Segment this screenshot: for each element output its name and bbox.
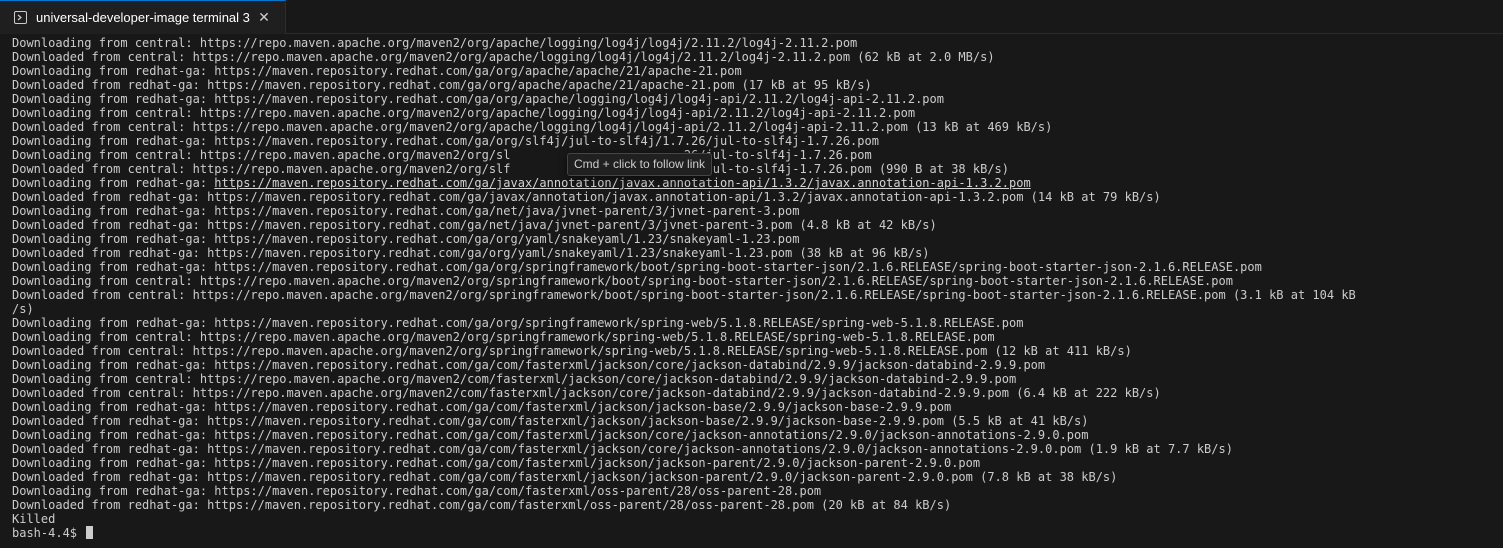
link-tooltip: Cmd + click to follow link bbox=[567, 153, 713, 176]
terminal-line: Downloaded from central: https://repo.ma… bbox=[12, 386, 1161, 400]
terminal-cursor bbox=[86, 526, 94, 539]
terminal-line: Downloaded from redhat-ga: https://maven… bbox=[12, 190, 1161, 204]
tab-title: universal-developer-image terminal 3 bbox=[36, 10, 250, 25]
terminal-line: Downloading from central: https://repo.m… bbox=[12, 330, 995, 344]
terminal-line: Downloading from redhat-ga: https://mave… bbox=[12, 400, 952, 414]
terminal-line: Downloading from redhat-ga: https://mave… bbox=[12, 232, 800, 246]
terminal-line: Downloading from redhat-ga: https://mave… bbox=[12, 428, 1089, 442]
terminal-line: Downloading from central: https://repo.m… bbox=[12, 106, 916, 120]
terminal-line: Downloading from central: https://repo.m… bbox=[12, 36, 858, 50]
terminal-line: Downloading from central: https://repo.m… bbox=[12, 372, 1017, 386]
terminal-line-prefix: Downloading from redhat-ga: bbox=[12, 176, 215, 190]
terminal-line: Downloading from redhat-ga: https://mave… bbox=[12, 456, 981, 470]
terminal-line: Downloaded from central: https://repo.ma… bbox=[12, 344, 1132, 358]
terminal-line: Downloading from central: https://repo.m… bbox=[12, 148, 872, 162]
terminal-line: Downloading from redhat-ga: https://mave… bbox=[12, 358, 1046, 372]
terminal-line: Downloaded from redhat-ga: https://maven… bbox=[12, 218, 937, 232]
terminal-line: Downloaded from redhat-ga: https://maven… bbox=[12, 78, 872, 92]
terminal-line: Downloading from redhat-ga: https://mave… bbox=[12, 260, 1262, 274]
terminal-line: /s) bbox=[12, 302, 34, 316]
terminal-prompt: bash-4.4$ bbox=[12, 526, 85, 540]
terminal-line: Downloading from redhat-ga: https://mave… bbox=[12, 92, 944, 106]
terminal-prompt-line[interactable]: bash-4.4$ bbox=[12, 526, 1503, 540]
terminal-line: Downloading from central: https://repo.m… bbox=[12, 274, 1233, 288]
terminal-link[interactable]: https://maven.repository.redhat.com/ga/j… bbox=[214, 176, 1030, 190]
terminal-output[interactable]: Downloading from central: https://repo.m… bbox=[12, 36, 1503, 548]
terminal-line: Downloading from redhat-ga: https://mave… bbox=[12, 64, 742, 78]
terminal-line: Downloaded from redhat-ga: https://maven… bbox=[12, 498, 952, 512]
terminal-tab[interactable]: universal-developer-image terminal 3 ✕ bbox=[0, 0, 286, 34]
terminal-line: Downloaded from central: https://repo.ma… bbox=[12, 288, 1356, 302]
terminal-line: Downloaded from redhat-ga: https://maven… bbox=[12, 442, 1233, 456]
terminal-line-hovered-link: Downloading from redhat-ga: https://mave… bbox=[12, 176, 1503, 190]
terminal-line: Downloading from redhat-ga: https://mave… bbox=[12, 484, 822, 498]
terminal-line: Downloaded from redhat-ga: https://maven… bbox=[12, 414, 1089, 428]
terminal-line: Downloaded from central: https://repo.ma… bbox=[12, 120, 1053, 134]
terminal-line: Downloaded from central: https://repo.ma… bbox=[12, 50, 995, 64]
terminal-line: Killed bbox=[12, 512, 56, 526]
terminal-icon bbox=[14, 11, 27, 24]
terminal-line: Downloading from redhat-ga: https://mave… bbox=[12, 316, 1024, 330]
terminal-line: Downloading from redhat-ga: https://mave… bbox=[12, 204, 800, 218]
terminal-line: Downloading from redhat-ga: https://mave… bbox=[12, 134, 879, 148]
terminal-line: Downloaded from redhat-ga: https://maven… bbox=[12, 246, 930, 260]
close-icon[interactable]: ✕ bbox=[256, 10, 272, 26]
terminal-line: Downloaded from redhat-ga: https://maven… bbox=[12, 470, 1118, 484]
terminal-tab-bar: universal-developer-image terminal 3 ✕ bbox=[0, 0, 1503, 34]
terminal-window: universal-developer-image terminal 3 ✕ D… bbox=[0, 0, 1503, 548]
terminal-line: Downloaded from central: https://repo.ma… bbox=[12, 162, 1009, 176]
